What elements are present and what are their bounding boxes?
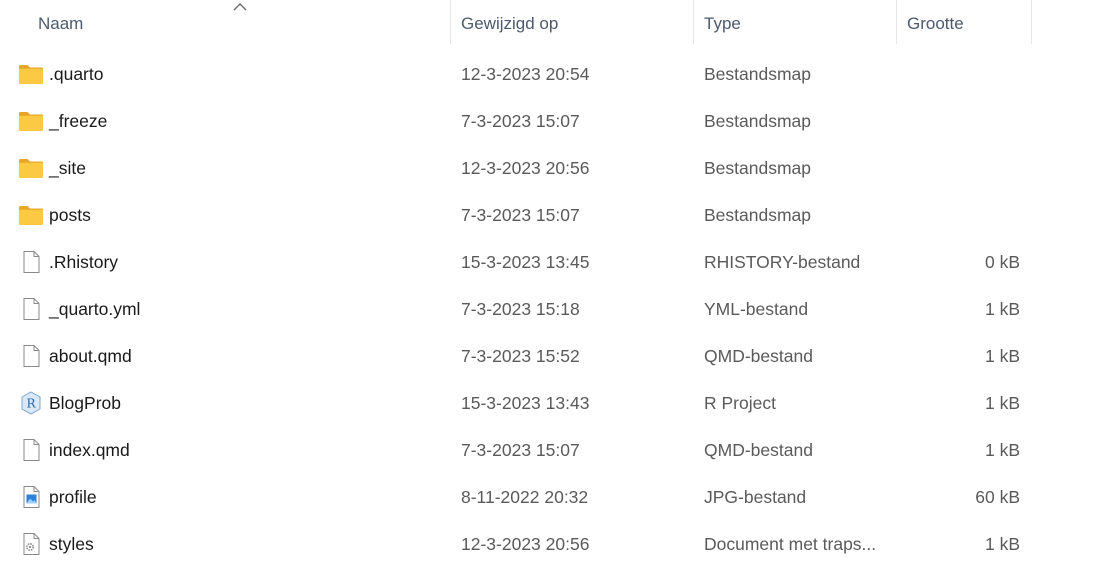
sort-ascending-icon [233,3,247,11]
file-type: Bestandsmap [704,205,812,225]
svg-text:R: R [26,397,36,411]
file-name: _site [49,158,86,178]
folder-icon [18,203,44,227]
file-date-modified: 8-11-2022 20:32 [461,487,589,507]
file-name: about.qmd [49,346,132,366]
file-size: 1 kB [984,393,1020,413]
file-size: 60 kB [975,487,1020,507]
file-type: JPG-bestand [704,487,807,507]
file-name: _freeze [49,111,108,131]
file-date-modified: 7-3-2023 15:07 [461,205,580,225]
file-size: 0 kB [984,252,1020,272]
file-name: styles [49,534,94,554]
file-row[interactable]: _site 12-3-2023 20:56 Bestandsmap [0,145,1114,192]
folder-icon [18,62,44,86]
file-row[interactable]: profile 8-11-2022 20:32 JPG-bestand 60 kB [0,474,1114,521]
file-type: QMD-bestand [704,346,813,366]
column-header-type[interactable]: Type [694,0,897,47]
file-date-modified: 12-3-2023 20:56 [461,534,590,554]
file-icon [18,297,44,321]
file-size: 1 kB [984,299,1020,319]
file-date-modified: 15-3-2023 13:45 [461,252,590,272]
file-row[interactable]: R BlogProb 15-3-2023 13:43 R Project 1 kB [0,380,1114,427]
folder-icon [18,109,44,133]
file-row[interactable]: about.qmd 7-3-2023 15:52 QMD-bestand 1 kB [0,333,1114,380]
file-date-modified: 12-3-2023 20:54 [461,64,590,84]
file-type: Document met traps... [704,534,877,554]
image-icon [18,485,44,509]
file-row[interactable]: posts 7-3-2023 15:07 Bestandsmap [0,192,1114,239]
file-size: 1 kB [984,346,1020,366]
file-type: QMD-bestand [704,440,813,460]
folder-icon [18,156,44,180]
file-icon [18,344,44,368]
file-explorer: Naam Gewijzigd op Type Grootte .quarto 12… [0,0,1114,580]
file-icon [18,438,44,462]
file-row[interactable]: styles 12-3-2023 20:56 Document met traps.… [0,521,1114,568]
file-date-modified: 12-3-2023 20:56 [461,158,590,178]
file-type: Bestandsmap [704,158,812,178]
file-name: posts [49,205,91,225]
file-date-modified: 7-3-2023 15:18 [461,299,580,319]
file-type: RHISTORY-bestand [704,252,861,272]
file-type: YML-bestand [704,299,809,319]
file-name: .Rhistory [49,252,119,272]
column-divider[interactable] [1031,0,1032,44]
file-type: Bestandsmap [704,64,812,84]
file-row[interactable]: .Rhistory 15-3-2023 13:45 RHISTORY-bestand… [0,239,1114,286]
file-icon [18,250,44,274]
file-size: 1 kB [984,534,1020,554]
file-type: R Project [704,393,776,413]
file-size: 1 kB [984,440,1020,460]
file-name: _quarto.yml [49,299,141,319]
file-date-modified: 7-3-2023 15:07 [461,111,580,131]
stylesheet-icon [18,532,44,556]
file-name: .quarto [49,64,104,84]
file-row[interactable]: index.qmd 7-3-2023 15:07 QMD-bestand 1 kB [0,427,1114,474]
file-date-modified: 15-3-2023 13:43 [461,393,590,413]
rproject-icon: R [18,391,44,415]
file-row[interactable]: .quarto 12-3-2023 20:54 Bestandsmap [0,51,1114,98]
file-name: index.qmd [49,440,130,460]
file-row[interactable]: _freeze 7-3-2023 15:07 Bestandsmap [0,98,1114,145]
file-row[interactable]: _quarto.yml 7-3-2023 15:18 YML-bestand 1 kB [0,286,1114,333]
column-header-date[interactable]: Gewijzigd op [451,0,694,47]
file-name: BlogProb [49,393,121,413]
column-header-size[interactable]: Grootte [897,0,1032,47]
file-list: .quarto 12-3-2023 20:54 Bestandsmap _freeze… [0,51,1114,568]
column-header-row: Naam Gewijzigd op Type Grootte [0,0,1114,47]
file-date-modified: 7-3-2023 15:07 [461,440,580,460]
file-name: profile [49,487,97,507]
file-type: Bestandsmap [704,111,812,131]
file-date-modified: 7-3-2023 15:52 [461,346,580,366]
